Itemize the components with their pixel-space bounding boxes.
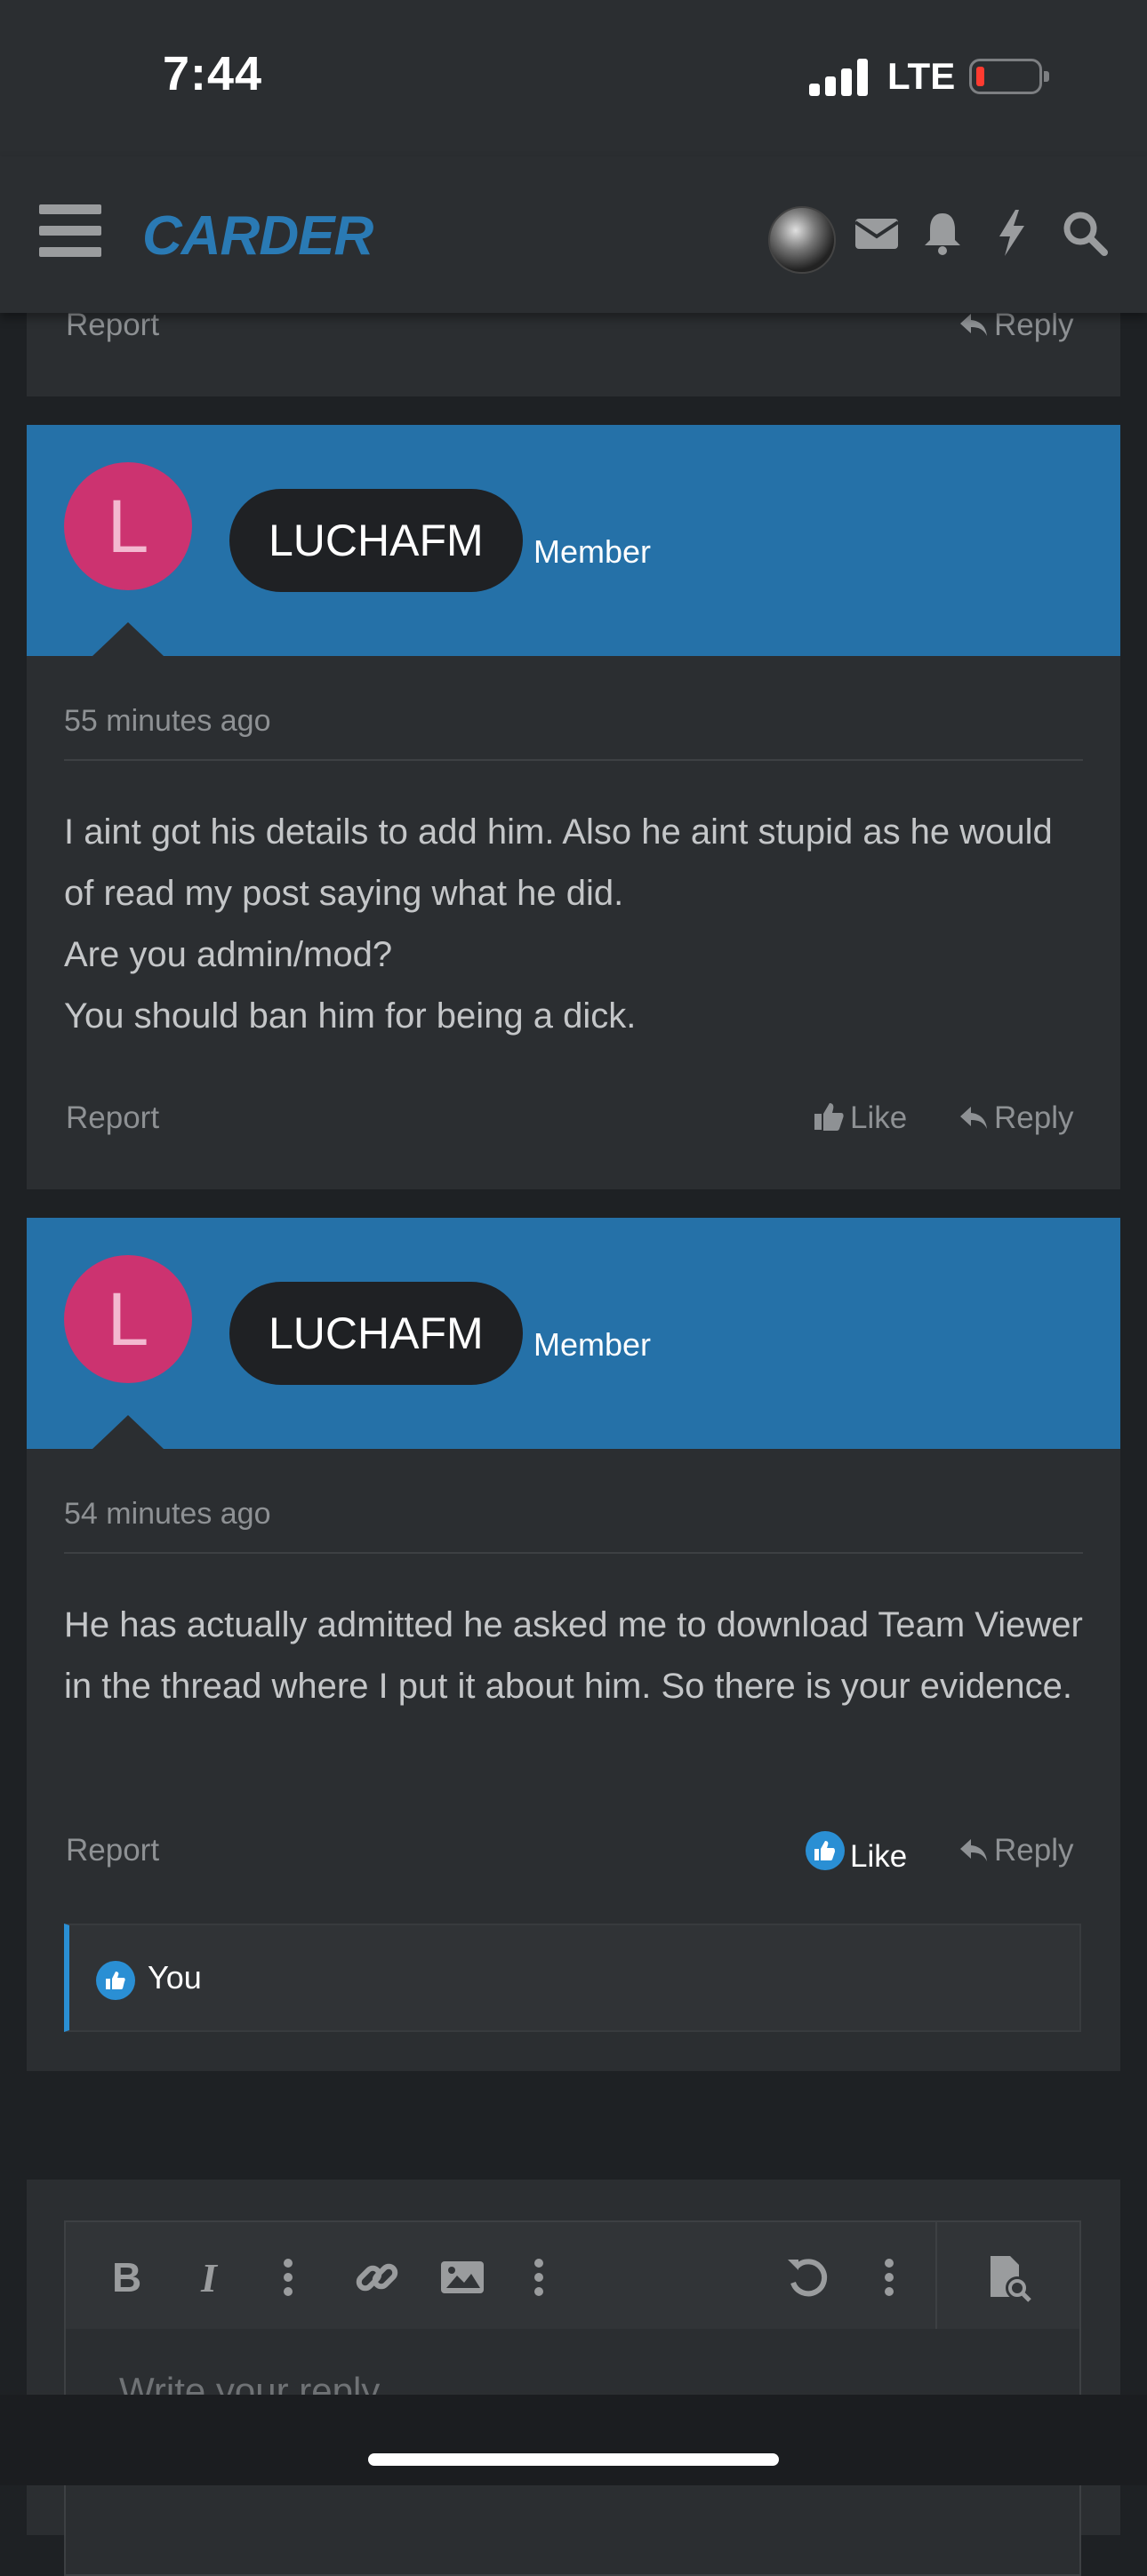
- search-icon[interactable]: [1058, 206, 1111, 260]
- undo-icon[interactable]: [782, 2252, 832, 2302]
- home-bar-area: [0, 2395, 1147, 2485]
- bold-icon[interactable]: B: [103, 2252, 153, 2302]
- thumbs-up-icon: [96, 1961, 135, 2000]
- header-caret: [92, 1415, 164, 1449]
- post-body: I aint got his details to add him. Also …: [64, 802, 1087, 1047]
- svg-text:I: I: [200, 2255, 219, 2300]
- divider: [64, 1552, 1083, 1554]
- clock: 7:44: [163, 47, 263, 100]
- reply-icon: [960, 1107, 987, 1129]
- link-icon[interactable]: [352, 2252, 402, 2302]
- more-options-icon[interactable]: [864, 2252, 914, 2302]
- avatar[interactable]: L: [64, 1255, 192, 1383]
- username[interactable]: LUCHAFM: [229, 1282, 523, 1385]
- bolt-icon[interactable]: [985, 206, 1039, 260]
- liked-by-text[interactable]: You: [148, 1959, 202, 1996]
- thumbs-up-icon: [806, 1831, 845, 1870]
- user-avatar[interactable]: [768, 206, 836, 274]
- status-bar: 7:44 LTE: [0, 0, 1147, 156]
- signal-icon: [809, 59, 868, 96]
- editor-toolbar: B I: [66, 2222, 1079, 2329]
- divider: [64, 759, 1083, 761]
- post-header: L LUCHAFM Member: [27, 425, 1120, 656]
- post-paragraph: I aint got his details to add him. Also …: [64, 812, 1053, 913]
- preview-icon[interactable]: [983, 2252, 1033, 2302]
- reply-button[interactable]: Reply: [959, 308, 1073, 343]
- report-link[interactable]: Report: [66, 1100, 159, 1136]
- italic-icon[interactable]: I: [188, 2252, 238, 2302]
- more-options-icon[interactable]: [263, 2252, 313, 2302]
- header-caret: [92, 622, 164, 656]
- like-button[interactable]: Like: [806, 1831, 907, 1875]
- post-paragraph: Are you admin/mod?: [64, 935, 393, 974]
- more-options-icon[interactable]: [514, 2252, 564, 2302]
- network-type: LTE: [887, 55, 956, 97]
- bell-icon[interactable]: [916, 206, 969, 260]
- username[interactable]: LUCHAFM: [229, 489, 523, 592]
- like-button[interactable]: Like: [813, 1100, 907, 1136]
- thumbs-up-icon: [814, 1103, 844, 1131]
- toolbar-divider: [935, 2222, 937, 2329]
- user-role: Member: [533, 1326, 652, 1363]
- image-icon[interactable]: [437, 2252, 487, 2302]
- post-paragraph: He has actually admitted he asked me to …: [64, 1605, 1083, 1706]
- post-timestamp[interactable]: 54 minutes ago: [64, 1497, 271, 1532]
- reply-icon: [960, 1839, 987, 1861]
- menu-icon[interactable]: [39, 204, 101, 258]
- report-link[interactable]: Report: [66, 1833, 159, 1868]
- report-link[interactable]: Report: [66, 308, 159, 343]
- top-nav: CARDER: [0, 156, 1147, 313]
- battery-icon: [969, 59, 1049, 94]
- likes-summary[interactable]: You: [64, 1924, 1081, 2032]
- post-body: He has actually admitted he asked me to …: [64, 1595, 1087, 1717]
- post-paragraph: You should ban him for being a dick.: [64, 996, 637, 1036]
- reply-icon: [960, 314, 987, 336]
- post-header: L LUCHAFM Member: [27, 1218, 1120, 1449]
- home-indicator[interactable]: [368, 2453, 779, 2466]
- post-timestamp[interactable]: 55 minutes ago: [64, 704, 271, 739]
- previous-post-footer: Report Reply: [27, 308, 1120, 396]
- user-role: Member: [533, 533, 652, 570]
- post: L LUCHAFM Member 55 minutes ago I aint g…: [27, 425, 1120, 1189]
- site-logo[interactable]: CARDER: [142, 204, 373, 268]
- reply-button[interactable]: Reply: [959, 1100, 1073, 1136]
- envelope-icon[interactable]: [850, 206, 903, 260]
- avatar[interactable]: L: [64, 462, 192, 590]
- reply-button[interactable]: Reply: [959, 1833, 1073, 1868]
- post: L LUCHAFM Member 54 minutes ago He has a…: [27, 1218, 1120, 2071]
- svg-text:B: B: [112, 2254, 141, 2300]
